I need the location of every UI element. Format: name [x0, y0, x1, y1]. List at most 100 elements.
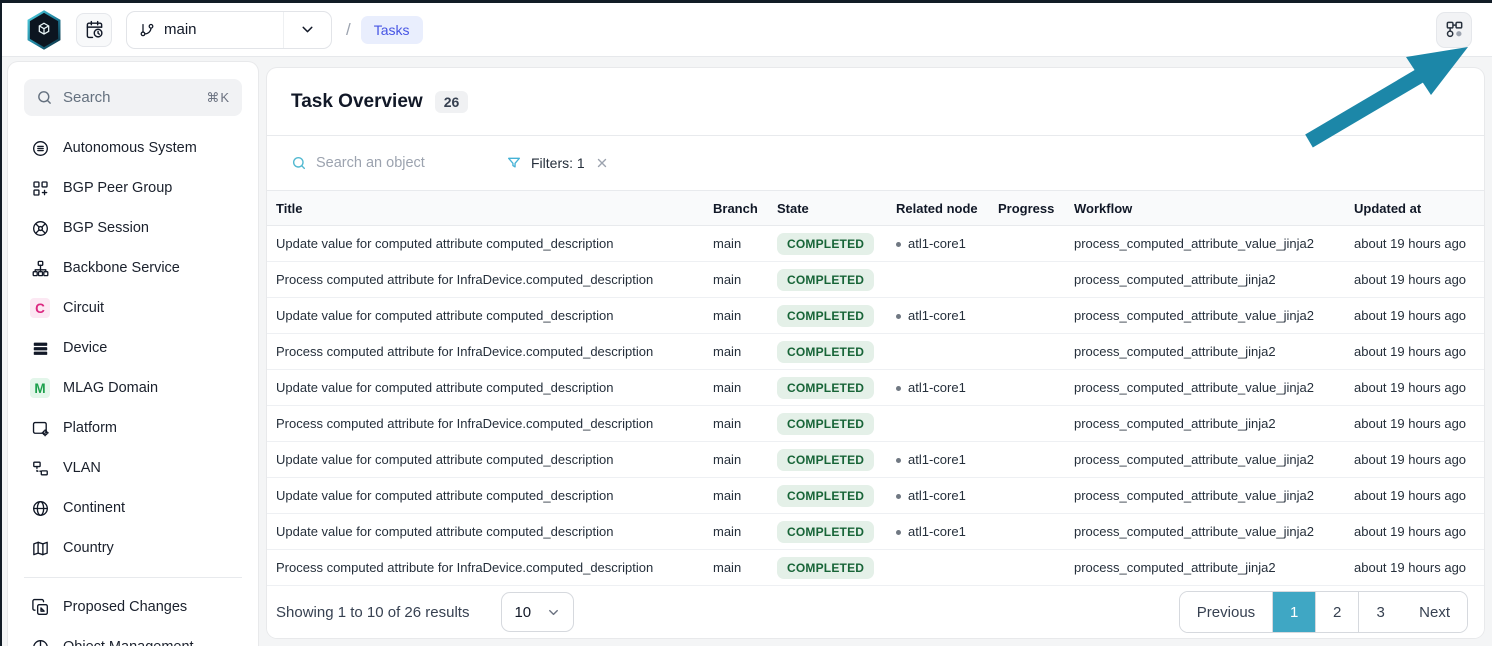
branch-selector[interactable]: main [126, 11, 332, 49]
table-row[interactable]: Update value for computed attribute comp… [267, 370, 1484, 406]
cell-branch: main [713, 334, 777, 370]
cell-title: Process computed attribute for InfraDevi… [267, 262, 713, 298]
task-table: TitleBranchStateRelated nodeProgressWork… [267, 190, 1484, 586]
task-table-body: Update value for computed attribute comp… [267, 226, 1484, 586]
cell-related-node: atl1-core1 [896, 370, 998, 406]
state-badge: COMPLETED [777, 269, 874, 291]
task-overview-panel: Task Overview 26 Filters: 1 TitleBranchS… [267, 68, 1484, 638]
page-size-select[interactable]: 10 [501, 592, 574, 632]
table-row[interactable]: Process computed attribute for InfraDevi… [267, 334, 1484, 370]
sidebar-item-proposed-changes[interactable]: Proposed Changes [24, 587, 242, 627]
backbone-service-icon [30, 258, 50, 278]
sidebar-item-label: BGP Session [63, 220, 149, 236]
clear-filters-button[interactable] [595, 156, 609, 170]
sidebar-item-mlag-domain[interactable]: MMLAG Domain [24, 368, 242, 408]
cell-branch: main [713, 514, 777, 550]
sidebar-item-label: Continent [63, 500, 125, 516]
sidebar-item-country[interactable]: Country [24, 528, 242, 568]
cell-updated-at: about 19 hours ago [1354, 226, 1484, 262]
table-row[interactable]: Update value for computed attribute comp… [267, 298, 1484, 334]
sidebar-item-autonomous-system[interactable]: Autonomous System [24, 128, 242, 168]
table-row[interactable]: Process computed attribute for InfraDevi… [267, 262, 1484, 298]
sidebar-search-placeholder: Search [63, 89, 196, 106]
previous-page-button[interactable]: Previous [1180, 592, 1273, 632]
cell-related-node: atl1-core1 [896, 442, 998, 478]
sidebar-item-circuit[interactable]: CCircuit [24, 288, 242, 328]
cell-updated-at: about 19 hours ago [1354, 442, 1484, 478]
next-page-button[interactable]: Next [1402, 592, 1467, 632]
filters-label: Filters: 1 [531, 155, 585, 171]
cell-branch: main [713, 370, 777, 406]
object-search-input[interactable] [316, 155, 476, 171]
cell-branch: main [713, 226, 777, 262]
continent-icon [30, 498, 50, 518]
cell-branch: main [713, 478, 777, 514]
cell-related-node [896, 406, 998, 442]
schema-icon [1444, 19, 1465, 40]
table-row[interactable]: Process computed attribute for InfraDevi… [267, 406, 1484, 442]
country-icon [30, 538, 50, 558]
infrahub-logo[interactable] [26, 10, 62, 50]
node-dot-icon [896, 494, 901, 499]
breadcrumb-tasks[interactable]: Tasks [361, 16, 423, 44]
object-search [291, 155, 496, 171]
sidebar-item-label: Circuit [63, 300, 104, 316]
sidebar-item-vlan[interactable]: VLAN [24, 448, 242, 488]
calendar-clock-button[interactable] [76, 13, 112, 47]
cell-workflow: process_computed_attribute_value_jinja2 [1074, 298, 1354, 334]
sidebar-item-bgp-session[interactable]: BGP Session [24, 208, 242, 248]
filters-button[interactable]: Filters: 1 [506, 155, 585, 171]
sidebar-item-device[interactable]: Device [24, 328, 242, 368]
cell-branch: main [713, 550, 777, 586]
cell-progress [998, 298, 1074, 334]
cell-updated-at: about 19 hours ago [1354, 514, 1484, 550]
funnel-icon [506, 155, 522, 171]
cell-title: Update value for computed attribute comp… [267, 478, 713, 514]
table-row[interactable]: Update value for computed attribute comp… [267, 514, 1484, 550]
cell-related-node: atl1-core1 [896, 514, 998, 550]
mlag-domain-letter-badge: M [30, 378, 50, 398]
cell-state: COMPLETED [777, 478, 896, 514]
sidebar-item-label: Autonomous System [63, 140, 197, 156]
sidebar-item-bgp-peer-group[interactable]: BGP Peer Group [24, 168, 242, 208]
cell-progress [998, 406, 1074, 442]
sidebar-item-platform[interactable]: Platform [24, 408, 242, 448]
node-dot-icon [896, 530, 901, 535]
page-size-value: 10 [514, 604, 531, 621]
autonomous-system-icon [30, 138, 50, 158]
cell-state: COMPLETED [777, 406, 896, 442]
cell-workflow: process_computed_attribute_value_jinja2 [1074, 370, 1354, 406]
page-button-2[interactable]: 2 [1316, 592, 1359, 632]
page-button-1[interactable]: 1 [1273, 592, 1316, 632]
table-row[interactable]: Update value for computed attribute comp… [267, 226, 1484, 262]
table-row[interactable]: Update value for computed attribute comp… [267, 442, 1484, 478]
sidebar-item-continent[interactable]: Continent [24, 488, 242, 528]
cell-state: COMPLETED [777, 370, 896, 406]
cell-related-node [896, 334, 998, 370]
cell-branch: main [713, 442, 777, 478]
sidebar-item-object-management[interactable]: Object Management [24, 627, 242, 646]
cell-progress [998, 550, 1074, 586]
table-row[interactable]: Update value for computed attribute comp… [267, 478, 1484, 514]
cell-workflow: process_computed_attribute_value_jinja2 [1074, 514, 1354, 550]
top-bar: main / Tasks [0, 3, 1492, 57]
window-edge-left [0, 0, 2, 646]
cell-related-node [896, 550, 998, 586]
table-row[interactable]: Process computed attribute for InfraDevi… [267, 550, 1484, 586]
sidebar-item-backbone-service[interactable]: Backbone Service [24, 248, 242, 288]
cell-workflow: process_computed_attribute_value_jinja2 [1074, 478, 1354, 514]
branch-chevron[interactable] [283, 12, 331, 48]
column-header-branch: Branch [713, 191, 777, 226]
column-header-updated-at: Updated at [1354, 191, 1484, 226]
page-button-3[interactable]: 3 [1359, 592, 1402, 632]
sidebar: Search ⌘K Autonomous System BGP Peer Grou… [8, 62, 258, 646]
chevron-down-icon [299, 21, 316, 38]
cell-updated-at: about 19 hours ago [1354, 262, 1484, 298]
close-icon [595, 156, 609, 170]
node-dot-icon [896, 458, 901, 463]
cell-workflow: process_computed_attribute_jinja2 [1074, 262, 1354, 298]
schema-visualizer-button[interactable] [1436, 12, 1472, 48]
sidebar-search[interactable]: Search ⌘K [24, 79, 242, 116]
cell-updated-at: about 19 hours ago [1354, 334, 1484, 370]
sidebar-item-label: Object Management [63, 639, 194, 646]
